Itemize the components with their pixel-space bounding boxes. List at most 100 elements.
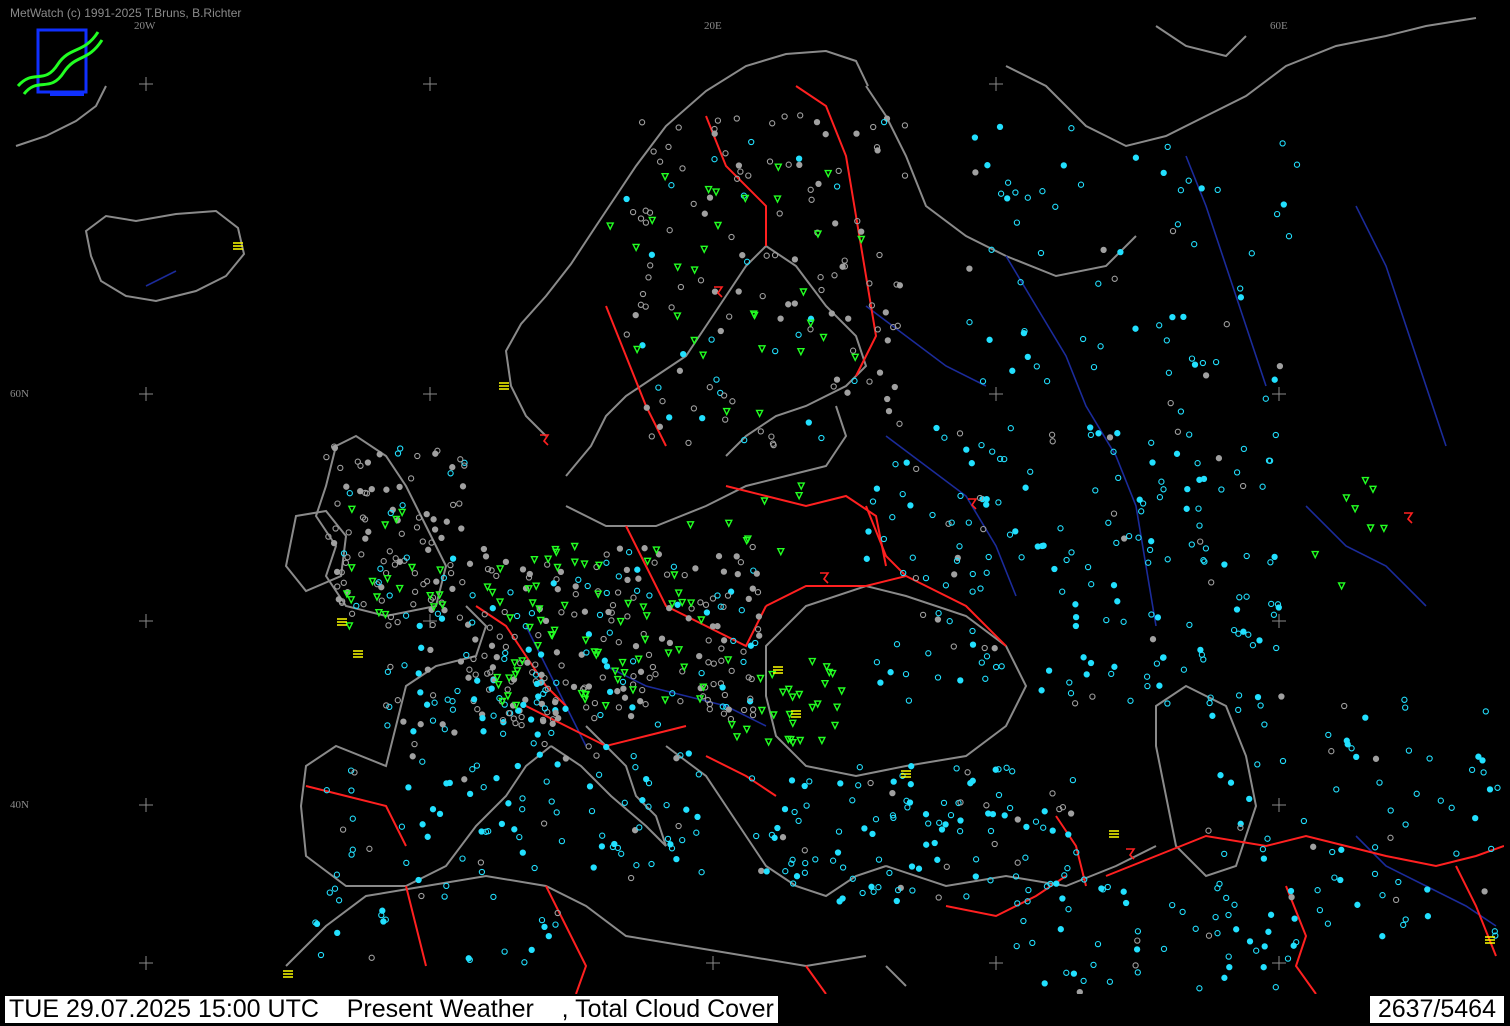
rain-triangle-icon — [495, 598, 505, 607]
circle-icon — [625, 549, 633, 556]
circle-icon — [1114, 598, 1121, 605]
circle-icon — [639, 797, 646, 804]
rain-triangle-icon — [581, 636, 590, 645]
circle-icon — [438, 534, 445, 542]
circle-icon — [490, 893, 497, 901]
circle-icon — [586, 783, 594, 790]
coastline — [1155, 25, 1247, 58]
circle-icon — [444, 696, 451, 703]
circle-icon — [332, 525, 339, 532]
circle-icon — [1094, 940, 1102, 948]
circle-icon — [521, 959, 528, 966]
circle-icon — [832, 220, 839, 227]
circle-icon — [902, 670, 910, 678]
circle-icon — [1254, 761, 1261, 768]
rain-triangle-icon — [528, 599, 537, 608]
circle-icon — [997, 190, 1005, 197]
circle-icon — [795, 817, 802, 825]
rain-triangle-icon — [632, 345, 642, 355]
circle-icon — [893, 641, 901, 648]
circle-icon — [708, 336, 715, 343]
circle-icon — [1212, 358, 1220, 366]
circle-icon — [658, 635, 666, 642]
circle-icon — [357, 487, 364, 495]
plus-cross-icon — [139, 387, 153, 401]
circle-icon — [433, 578, 440, 585]
circle-icon — [481, 652, 488, 659]
circle-icon — [1239, 482, 1247, 490]
circle-icon — [499, 730, 507, 737]
circle-icon — [1133, 946, 1141, 953]
circle-icon — [985, 553, 992, 561]
metwatch-logo-icon[interactable] — [14, 24, 104, 102]
circle-icon — [627, 874, 635, 882]
circle-icon — [1087, 659, 1095, 667]
circle-icon — [436, 810, 444, 818]
circle-icon — [535, 693, 542, 700]
circle-icon — [1068, 125, 1075, 132]
circle-icon — [583, 649, 590, 656]
circle-icon — [1280, 201, 1287, 208]
circle-icon — [940, 799, 948, 807]
circle-icon — [469, 766, 476, 773]
circle-icon — [972, 856, 980, 863]
circle-icon — [348, 787, 355, 794]
circle-icon — [991, 840, 998, 848]
circle-icon — [463, 651, 470, 659]
circle-icon — [1127, 697, 1134, 704]
circle-icon — [441, 893, 448, 900]
circle-icon — [326, 889, 333, 896]
weather-map[interactable] — [6, 6, 1504, 994]
circle-icon — [1049, 438, 1056, 445]
rain-triangle-icon — [533, 642, 543, 651]
circle-icon — [620, 685, 627, 692]
circle-icon — [688, 605, 695, 612]
circle-icon — [603, 663, 611, 670]
circle-icon — [677, 698, 684, 705]
circle-icon — [434, 610, 442, 617]
circle-icon — [531, 864, 538, 872]
circle-icon — [1424, 886, 1431, 893]
circle-icon — [833, 183, 841, 190]
circle-icon — [1083, 671, 1090, 678]
circle-icon — [1293, 161, 1301, 168]
circle-icon — [728, 233, 735, 241]
circle-icon — [638, 119, 646, 126]
plus-cross-icon — [423, 387, 437, 401]
circle-icon — [753, 832, 760, 840]
rain-triangle-icon — [722, 407, 731, 417]
circle-icon — [835, 828, 843, 835]
circle-icon — [384, 722, 391, 729]
river — [1185, 155, 1267, 387]
rain-triangle-icon — [788, 719, 797, 728]
rain-triangle-icon — [784, 685, 793, 694]
circle-icon — [637, 301, 645, 308]
circle-icon — [614, 589, 622, 596]
circle-icon — [380, 918, 387, 925]
status-layer1: Present Weather — [346, 995, 534, 1023]
circle-icon — [867, 779, 874, 787]
circle-icon — [886, 869, 893, 877]
rain-triangle-icon — [690, 266, 699, 275]
circle-icon — [956, 543, 963, 550]
circle-icon — [983, 802, 990, 809]
circle-icon — [740, 658, 747, 666]
circle-icon — [585, 743, 592, 750]
circle-icon — [1240, 445, 1248, 453]
circle-icon — [480, 728, 487, 735]
rain-triangle-icon — [797, 482, 806, 491]
circle-icon — [834, 849, 842, 856]
circle-icon — [829, 857, 837, 864]
fog-bars-icon — [499, 382, 509, 390]
circle-icon — [1270, 611, 1278, 618]
circle-icon — [1024, 194, 1031, 201]
circle-icon — [1248, 250, 1255, 257]
circle-icon — [1067, 690, 1075, 697]
circle-icon — [909, 554, 916, 561]
circle-icon — [692, 565, 699, 572]
rain-triangle-icon — [670, 571, 679, 580]
circle-icon — [1052, 203, 1059, 210]
circle-icon — [474, 706, 481, 713]
circle-icon — [1064, 865, 1071, 872]
circle-icon — [733, 115, 740, 122]
